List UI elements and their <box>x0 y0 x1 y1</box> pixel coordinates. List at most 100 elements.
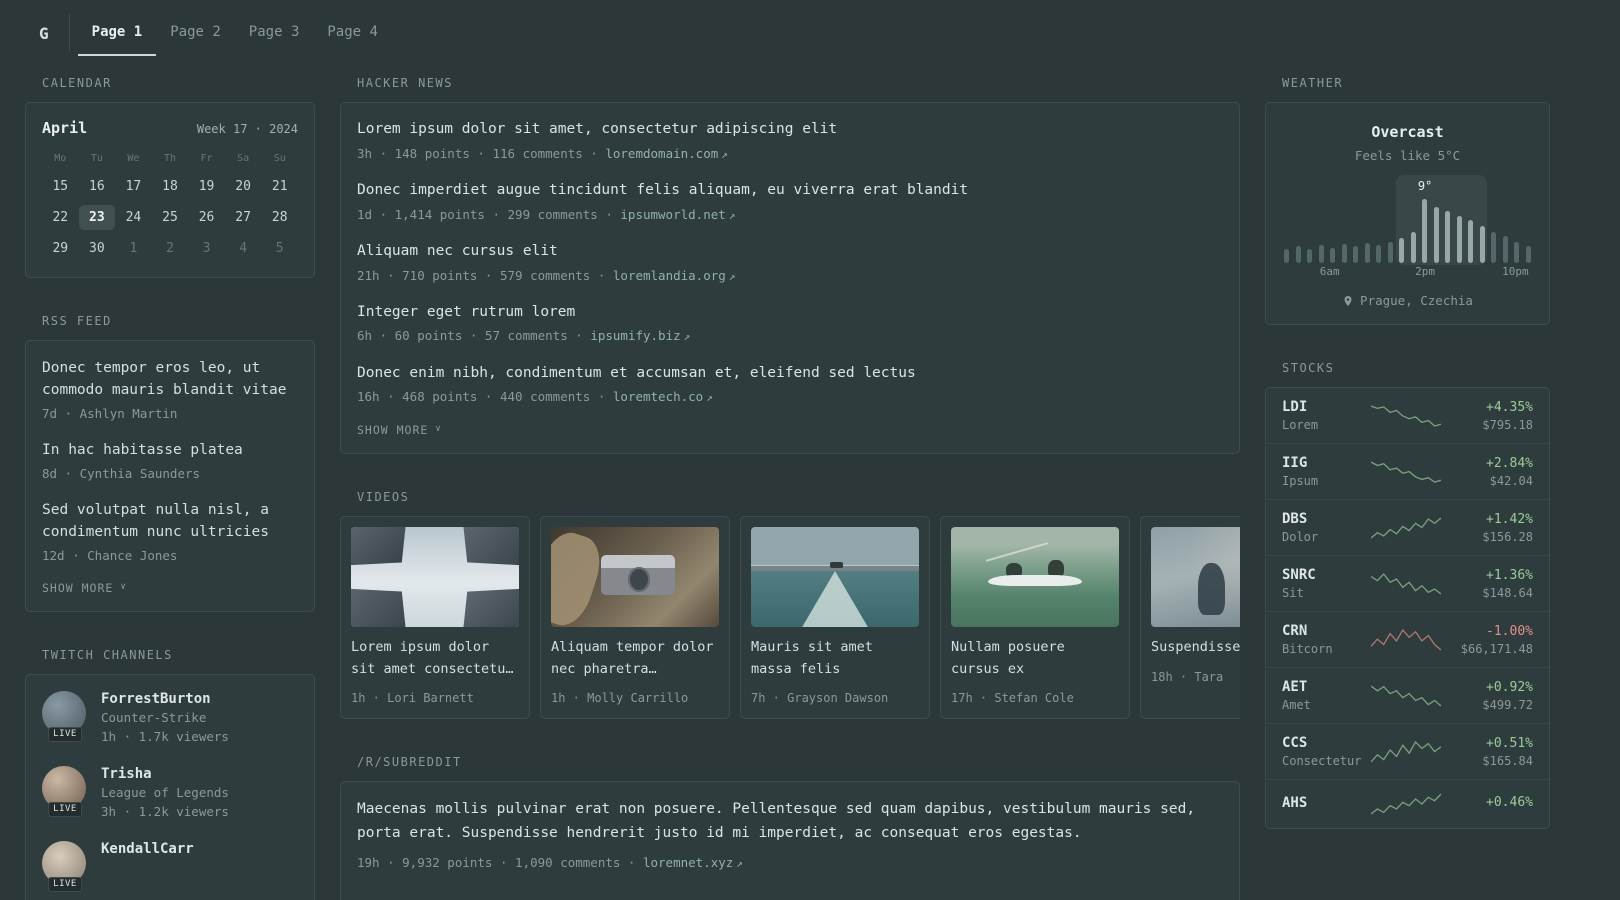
rss-item: Donec tempor eros leo, ut commodo mauris… <box>42 357 298 423</box>
video-card[interactable]: Mauris sit amet massa felis 7h · Grayson… <box>740 516 930 719</box>
rss-item-meta: 8d · Cynthia Saunders <box>42 465 201 481</box>
rss-card: Donec tempor eros leo, ut commodo mauris… <box>25 340 315 612</box>
video-thumbnail[interactable] <box>951 527 1119 628</box>
calendar-day: 5 <box>275 241 284 256</box>
thumbnail-art <box>987 575 1083 587</box>
channel-name[interactable]: KendallCarr <box>101 841 194 857</box>
show-more-label: SHOW MORE <box>42 580 114 595</box>
video-thumbnail[interactable] <box>1151 527 1240 628</box>
channel-name[interactable]: ForrestBurton <box>101 691 229 707</box>
hackernews-item-title[interactable]: Integer eget rutrum lorem <box>357 302 1223 324</box>
twitch-channel[interactable]: LIVE ForrestBurton Counter-Strike 1h · 1… <box>42 690 298 746</box>
video-card[interactable]: Aliquam tempor dolor nec pharetra… 1h · … <box>540 516 730 719</box>
stock-symbol: AET <box>1282 679 1308 695</box>
navbar: G Page 1 Page 2 Page 3 Page 4 <box>25 10 1550 56</box>
calendar-dow: Th <box>163 153 177 164</box>
calendar-day: 22 <box>52 210 69 225</box>
stock-row[interactable]: LDI Lorem +4.35% $795.18 <box>1266 388 1549 443</box>
hackernews-item-title[interactable]: Lorem ipsum dolor sit amet, consectetur … <box>357 119 1223 141</box>
video-card[interactable]: Lorem ipsum dolor sit amet consectetu… 1… <box>340 516 530 719</box>
stock-change: +4.35% <box>1486 399 1533 415</box>
tab-page-2[interactable]: Page 2 <box>156 10 235 56</box>
subreddit-post-title[interactable]: Maecenas mollis pulvinar erat non posuer… <box>357 798 1223 846</box>
video-title[interactable]: Suspendisse diam <box>1151 637 1240 659</box>
rss-item-title[interactable]: In hac habitasse platea <box>42 439 298 461</box>
tab-page-1[interactable]: Page 1 <box>77 10 157 56</box>
stock-row[interactable]: DBS Dolor +1.42% $156.28 <box>1266 499 1549 555</box>
channel-game: League of Legends <box>101 784 229 800</box>
hackernews-item-domain[interactable]: ipsumworld.net ↗ <box>620 207 735 222</box>
stock-id: CCS Consectetur <box>1282 735 1370 768</box>
meta-text: 19h · 9,932 points · 1,090 comments · <box>357 854 636 870</box>
hackernews-item-domain[interactable]: ipsumify.biz ↗ <box>590 328 690 343</box>
video-card[interactable]: Nullam posuere cursus ex 17h · Stefan Co… <box>940 516 1130 719</box>
tab-page-4[interactable]: Page 4 <box>313 10 392 56</box>
tab-page-3[interactable]: Page 3 <box>235 10 314 56</box>
hackernews-item-title[interactable]: Aliquam nec cursus elit <box>357 241 1223 263</box>
weather-bar <box>1502 236 1508 263</box>
thumbnail-art <box>551 527 608 628</box>
stock-id: AHS <box>1282 795 1370 814</box>
calendar-day: 29 <box>52 241 69 256</box>
hackernews-item-meta: 1d · 1,414 points · 299 comments · ipsum… <box>357 206 1223 224</box>
stock-price: $42.04 <box>1489 473 1533 488</box>
stock-sparkline <box>1370 403 1441 429</box>
calendar-week-info: Week 17 · 2024 <box>196 122 298 136</box>
external-link-icon: ↗ <box>683 330 691 344</box>
rss-show-more-button[interactable]: SHOW MORE ∨ <box>42 581 298 595</box>
video-thumbnail[interactable] <box>551 527 719 628</box>
hackernews-item-domain[interactable]: loremlandia.org ↗ <box>613 268 736 283</box>
video-card[interactable]: Suspendisse diam 18h · Tara <box>1140 516 1240 719</box>
calendar-day: 21 <box>271 179 288 194</box>
hackernews-item-domain[interactable]: loremdomain.com ↗ <box>605 146 728 161</box>
app-logo[interactable]: G <box>25 10 69 56</box>
calendar-day: 4 <box>239 241 248 256</box>
rss-item-title[interactable]: Sed volutpat nulla nisl, a condimentum n… <box>42 499 298 544</box>
thumbnail-art <box>463 588 519 628</box>
channel-name[interactable]: Trisha <box>101 766 229 782</box>
thumbnail-art <box>1151 527 1240 628</box>
video-title[interactable]: Aliquam tempor dolor nec pharetra… <box>551 637 719 680</box>
stock-values: +1.36% $148.64 <box>1441 568 1533 600</box>
hackernews-item-domain[interactable]: loremtech.co ↗ <box>613 389 713 404</box>
hackernews-item-title[interactable]: Donec enim nibh, condimentum et accumsan… <box>357 363 1223 385</box>
stock-row[interactable]: CCS Consectetur +0.51% $165.84 <box>1266 723 1549 779</box>
stocks-card: LDI Lorem +4.35% $795.18 IIG Ipsum +2.84… <box>1265 387 1550 829</box>
hackernews-show-more-button[interactable]: SHOW MORE ∨ <box>357 423 1223 437</box>
stock-row[interactable]: AET Amet +0.92% $499.72 <box>1266 667 1549 723</box>
stock-row[interactable]: CRN Bitcorn -1.00% $66,171.48 <box>1266 611 1549 667</box>
stock-row[interactable]: AHS +0.46% <box>1266 779 1549 828</box>
calendar-day: 27 <box>235 210 251 225</box>
middle-column: HACKER NEWS Lorem ipsum dolor sit amet, … <box>340 76 1240 900</box>
calendar-day: 20 <box>235 179 251 194</box>
calendar-day: 18 <box>162 179 178 194</box>
stock-change: -1.00% <box>1486 623 1533 639</box>
channel-info: ForrestBurton Counter-Strike 1h · 1.7k v… <box>101 691 229 746</box>
video-title[interactable]: Lorem ipsum dolor sit amet consectetu… <box>351 637 519 680</box>
video-thumbnail[interactable] <box>351 527 519 628</box>
video-thumbnail[interactable] <box>751 527 919 628</box>
channel-info: KendallCarr <box>101 841 194 887</box>
stock-id: CRN Bitcorn <box>1282 623 1370 656</box>
twitch-channel[interactable]: LIVE Trisha League of Legends 3h · 1.2k … <box>42 765 298 821</box>
video-title[interactable]: Mauris sit amet massa felis <box>751 637 919 680</box>
stock-id: DBS Dolor <box>1282 511 1370 544</box>
video-title[interactable]: Nullam posuere cursus ex <box>951 637 1119 680</box>
stock-values: +0.46% <box>1441 795 1533 813</box>
weather-bar <box>1514 242 1520 263</box>
stock-row[interactable]: SNRC Sit +1.36% $148.64 <box>1266 555 1549 611</box>
twitch-channel[interactable]: LIVE KendallCarr <box>42 840 298 892</box>
weather-feels-like: Feels like 5°C <box>1354 148 1461 163</box>
meta-text: 6h · 60 points · 57 comments · <box>357 328 583 344</box>
calendar-day: 24 <box>125 210 142 225</box>
subreddit-post-domain[interactable]: loremnet.xyz ↗ <box>643 855 743 870</box>
calendar-header: April Week 17 · 2024 <box>42 119 298 137</box>
hackernews-item-title[interactable]: Donec imperdiet augue tincidunt felis al… <box>357 180 1223 202</box>
weather-time-labels: 6am 2pm 10pm <box>1282 265 1533 279</box>
meta-text: 1d · 1,414 points · 299 comments · <box>357 206 613 222</box>
stock-row[interactable]: IIG Ipsum +2.84% $42.04 <box>1266 443 1549 499</box>
section-title-twitch: TWITCH CHANNELS <box>42 647 173 662</box>
rss-item-title[interactable]: Donec tempor eros leo, ut commodo mauris… <box>42 357 298 402</box>
live-badge: LIVE <box>48 726 82 742</box>
video-meta: 18h · Tara <box>1151 669 1224 684</box>
